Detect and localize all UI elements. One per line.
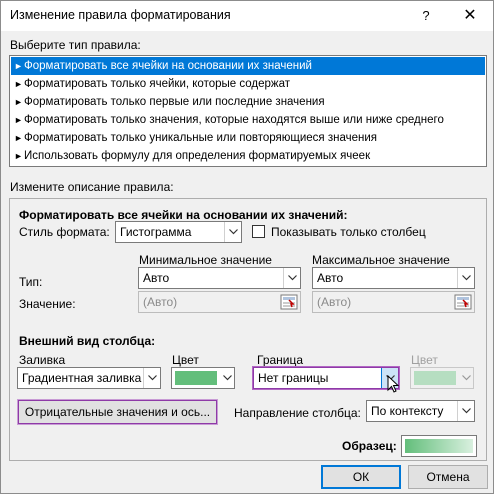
rule-type-item[interactable]: ►Форматировать все ячейки на основании и… — [11, 57, 485, 75]
rule-type-item[interactable]: ►Форматировать только ячейки, которые со… — [11, 75, 485, 93]
bullet-arrow-icon: ► — [14, 151, 23, 161]
preview-bar — [405, 439, 473, 453]
bullet-arrow-icon: ► — [14, 97, 23, 107]
cancel-button[interactable]: Отмена — [408, 465, 488, 489]
chevron-down-icon[interactable] — [457, 268, 474, 288]
max-value-input[interactable]: (Авто) — [312, 291, 475, 313]
chevron-down-icon[interactable] — [283, 268, 300, 288]
bullet-arrow-icon: ► — [14, 133, 23, 143]
bullet-arrow-icon: ► — [14, 115, 23, 125]
rule-type-item[interactable]: ►Форматировать только первые или последн… — [11, 93, 485, 111]
preview-label: Образец: — [342, 439, 397, 453]
format-rule-dialog: Изменение правила форматирования ? ✕ Выб… — [0, 0, 494, 494]
border-color-swatch — [414, 371, 456, 385]
border-label: Граница — [257, 353, 304, 367]
chevron-down-icon[interactable] — [459, 368, 473, 388]
description-label: Измените описание правила: — [10, 180, 174, 194]
format-style-select[interactable]: Гистограмма — [115, 221, 242, 243]
format-style-label: Стиль формата: — [19, 225, 110, 239]
direction-select[interactable]: По контексту — [366, 400, 475, 422]
range-picker-icon[interactable] — [454, 294, 472, 310]
rule-type-item[interactable]: ►Форматировать только значения, которые … — [11, 111, 485, 129]
window-title: Изменение правила форматирования — [10, 8, 231, 22]
max-column-header: Максимальное значение — [312, 253, 450, 267]
description-heading: Форматировать все ячейки на основании их… — [19, 208, 348, 222]
rule-type-label: Выберите тип правила: — [10, 38, 141, 52]
mouse-cursor-icon — [387, 375, 400, 393]
negative-values-button[interactable]: Отрицательные значения и ось... — [18, 400, 217, 424]
rule-type-item[interactable]: ►Форматировать только уникальные или пов… — [11, 129, 485, 147]
chevron-down-icon[interactable] — [224, 222, 241, 242]
type-label: Тип: — [19, 275, 43, 289]
chevron-down-icon[interactable] — [220, 368, 234, 388]
range-picker-icon[interactable] — [280, 294, 298, 310]
bullet-arrow-icon: ► — [14, 79, 23, 89]
fill-select[interactable]: Градиентная заливка — [17, 367, 161, 389]
title-bar: Изменение правила форматирования ? ✕ — [1, 1, 493, 31]
border-color-picker[interactable] — [410, 367, 474, 389]
bullet-arrow-icon: ► — [14, 61, 23, 71]
value-label: Значение: — [19, 297, 76, 311]
bar-only-checkbox[interactable] — [252, 225, 265, 238]
chevron-down-icon[interactable] — [143, 368, 160, 388]
chevron-down-icon[interactable] — [457, 401, 474, 421]
min-type-select[interactable]: Авто — [138, 267, 301, 289]
border-color-label: Цвет — [411, 353, 438, 367]
preview-box — [401, 435, 477, 457]
rule-type-list[interactable]: ►Форматировать все ячейки на основании и… — [9, 55, 487, 167]
fill-label: Заливка — [19, 353, 66, 367]
min-value-input[interactable]: (Авто) — [138, 291, 301, 313]
border-select[interactable]: Нет границы — [253, 367, 399, 389]
fill-color-label: Цвет — [172, 353, 199, 367]
min-column-header: Минимальное значение — [139, 253, 272, 267]
fill-color-picker[interactable] — [171, 367, 235, 389]
direction-label: Направление столбца: — [234, 406, 361, 420]
rule-type-item[interactable]: ►Использовать формулу для определения фо… — [11, 147, 485, 165]
ok-button[interactable]: ОК — [321, 465, 401, 489]
bar-only-label: Показывать только столбец — [271, 225, 426, 239]
fill-color-swatch — [175, 371, 217, 385]
bar-appearance-heading: Внешний вид столбца: — [19, 334, 156, 348]
close-button[interactable]: ✕ — [459, 6, 481, 26]
help-button[interactable]: ? — [415, 6, 437, 26]
max-type-select[interactable]: Авто — [312, 267, 475, 289]
